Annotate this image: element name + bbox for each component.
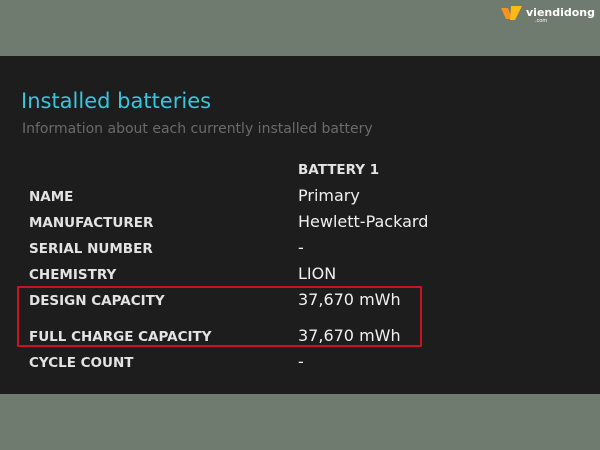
viendidong-logo-icon	[501, 6, 522, 20]
battery-report-panel: Installed batteries Information about ea…	[0, 56, 600, 394]
row-value: -	[298, 238, 304, 257]
table-row-serial-number: SERIAL NUMBER -	[0, 238, 600, 262]
row-value: -	[298, 352, 304, 371]
watermark-logo: viendidong .com	[496, 4, 596, 24]
section-title: Installed batteries	[21, 89, 212, 113]
battery-column-header: BATTERY 1	[298, 162, 380, 178]
row-value: LION	[298, 264, 337, 283]
row-label: MANUFACTURER	[29, 215, 154, 231]
table-row-name: NAME Primary	[0, 186, 600, 210]
row-value: Primary	[298, 186, 360, 205]
table-row-manufacturer: MANUFACTURER Hewlett-Packard	[0, 212, 600, 236]
row-label: NAME	[29, 189, 74, 205]
table-row-chemistry: CHEMISTRY LION	[0, 264, 600, 288]
row-label: CHEMISTRY	[29, 267, 117, 283]
row-label: CYCLE COUNT	[29, 355, 134, 371]
row-value: Hewlett-Packard	[298, 212, 429, 231]
table-row-cycle-count: CYCLE COUNT -	[0, 352, 600, 376]
section-subtitle: Information about each currently install…	[22, 121, 373, 137]
capacity-highlight-box	[17, 286, 422, 347]
watermark-sub-text: .com	[535, 18, 548, 24]
row-label: SERIAL NUMBER	[29, 241, 153, 257]
